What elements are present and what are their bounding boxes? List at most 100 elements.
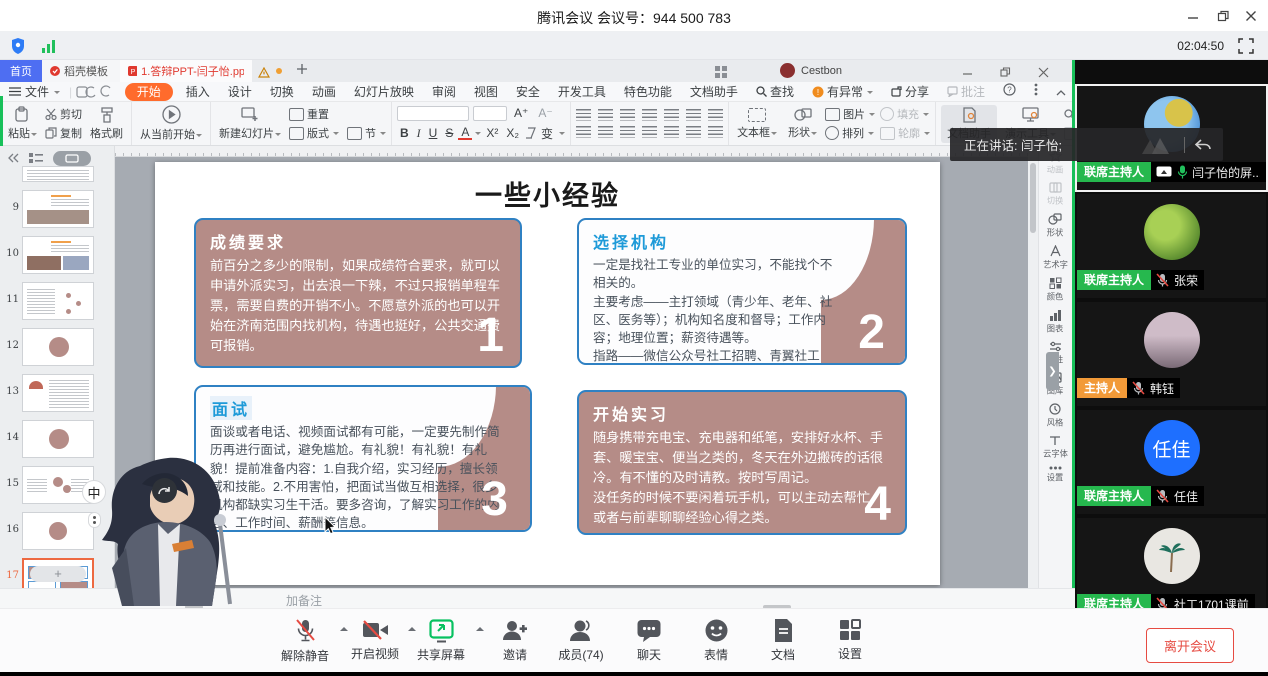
- thumbnail-slide-13[interactable]: [22, 374, 94, 412]
- reset-button[interactable]: 重置: [289, 106, 386, 122]
- members-button[interactable]: 成员(74): [548, 618, 614, 663]
- collapse-panel-icon[interactable]: [8, 153, 19, 163]
- thumbnail-slide-8-partial[interactable]: [22, 166, 94, 182]
- thumbnail-slide-10[interactable]: [22, 236, 94, 274]
- sidetool-color[interactable]: 颜色: [1046, 277, 1064, 303]
- text-direction-icon[interactable]: [664, 109, 679, 121]
- image-button[interactable]: 图片: [825, 106, 875, 122]
- participant-tile[interactable]: 联席主持人 社工1701课前: [1077, 518, 1266, 608]
- wps-close-button[interactable]: [1038, 65, 1049, 83]
- security-shield-icon[interactable]: [10, 37, 26, 60]
- settings-button[interactable]: 设置: [817, 618, 883, 662]
- invite-button[interactable]: 邀请: [482, 618, 548, 663]
- increase-font-button[interactable]: A⁺: [511, 106, 531, 120]
- format-painter-button[interactable]: 格式刷: [87, 107, 126, 141]
- menu-insert[interactable]: 插入: [177, 82, 219, 102]
- sidetool-transition[interactable]: 切换: [1046, 182, 1064, 207]
- subscript-button[interactable]: X₂: [503, 126, 522, 140]
- bullet-list-icon[interactable]: [576, 109, 591, 121]
- menu-doc-assistant[interactable]: 文档助手: [681, 82, 747, 102]
- textbox-button[interactable]: 文本框: [734, 108, 780, 140]
- arrange-button[interactable]: 排列: [825, 125, 875, 141]
- share-screen-button[interactable]: 共享屏幕: [408, 618, 474, 663]
- bold-button[interactable]: B: [397, 126, 412, 140]
- underline-button[interactable]: U: [426, 126, 441, 140]
- align-center-icon[interactable]: [598, 126, 613, 138]
- copy-button[interactable]: 复制: [45, 125, 82, 141]
- menu-slideshow[interactable]: 幻灯片放映: [345, 82, 423, 102]
- help-button[interactable]: ?: [994, 82, 1025, 102]
- align-left-icon[interactable]: [576, 126, 591, 138]
- chat-button[interactable]: 聊天: [616, 618, 682, 663]
- tab-document[interactable]: P 1.答辩PPT-闫子怡.pptx: [120, 60, 252, 82]
- participant-tile[interactable]: 主持人 韩钰: [1077, 302, 1266, 406]
- shape-button[interactable]: 形状: [785, 107, 820, 140]
- menu-review[interactable]: 审阅: [423, 82, 465, 102]
- menu-transition[interactable]: 切换: [261, 82, 303, 102]
- doc-warning-icon[interactable]: [258, 65, 270, 83]
- thumbnail-slide-11[interactable]: [22, 282, 94, 320]
- sidetool-settings[interactable]: 设置: [1046, 466, 1064, 484]
- menu-start[interactable]: 开始: [125, 83, 173, 101]
- menu-view[interactable]: 视图: [465, 82, 507, 102]
- minimize-button[interactable]: [1180, 6, 1206, 26]
- play-from-current-button[interactable]: 从当前开始: [137, 105, 205, 142]
- line-spacing-icon[interactable]: [686, 109, 701, 121]
- italic-button[interactable]: I: [414, 126, 424, 141]
- outline-view-icon[interactable]: [29, 153, 43, 164]
- font-family-combo[interactable]: [397, 106, 469, 121]
- sidetool-cloudfont[interactable]: 云字体: [1042, 435, 1069, 460]
- number-list-icon[interactable]: [598, 109, 613, 121]
- ime-indicator[interactable]: 中: [82, 480, 106, 504]
- quick-access-icons[interactable]: [76, 85, 117, 99]
- share-menu[interactable]: 分享: [882, 82, 938, 102]
- menu-find[interactable]: 查找: [747, 82, 803, 102]
- section-button[interactable]: 节: [347, 125, 386, 141]
- fullscreen-icon[interactable]: [1238, 38, 1254, 59]
- menu-file[interactable]: 文件: [0, 82, 69, 102]
- superscript-button[interactable]: X²: [483, 126, 501, 140]
- wps-restore-button[interactable]: [1000, 65, 1011, 83]
- menu-animation[interactable]: 动画: [303, 82, 345, 102]
- menu-devtools[interactable]: 开发工具: [549, 82, 615, 102]
- menu-features[interactable]: 特色功能: [615, 82, 681, 102]
- sidetool-chart[interactable]: 图表: [1046, 309, 1064, 335]
- slide-box-2[interactable]: 选择机构 一定是找社工专业的单位实习，不能找个不相关的。 主要考虑——主打领域（…: [577, 218, 907, 365]
- start-video-button[interactable]: 开启视频: [342, 618, 408, 662]
- new-slide-button[interactable]: 新建幻灯片: [216, 106, 284, 141]
- slide-box-4[interactable]: 开始实习 随身携带充电宝、充电器和纸笔，安排好水杯、手套、暖宝宝、便当之类的，冬…: [577, 390, 907, 535]
- participant-tile[interactable]: 任佳 联席主持人 任佳: [1077, 410, 1266, 514]
- apps-grid-icon[interactable]: [715, 65, 727, 83]
- ime-mini-toolbar[interactable]: [88, 512, 101, 528]
- thumbnail-slide-9[interactable]: [22, 190, 94, 228]
- reply-arrow-icon[interactable]: [1193, 138, 1213, 152]
- comment-menu[interactable]: 批注: [938, 82, 994, 102]
- slide-box-1[interactable]: 成绩要求 前百分之多少的限制，如果成绩符合要求，就可以申请外派实习，出去浪一下辣…: [194, 218, 522, 368]
- abnormal-status[interactable]: ! 有异常: [803, 82, 882, 102]
- text-effect-button[interactable]: 变: [538, 125, 556, 142]
- vertical-align-icon[interactable]: [686, 126, 701, 138]
- slide-view-toggle[interactable]: [53, 151, 91, 166]
- network-signal-icon[interactable]: [42, 40, 58, 58]
- scrollbar-thumb[interactable]: [1030, 163, 1036, 233]
- sidetool-shape[interactable]: 形状: [1046, 213, 1064, 239]
- justify-icon[interactable]: [642, 126, 657, 138]
- outdent-icon[interactable]: [620, 109, 635, 121]
- participant-tile[interactable]: 联席主持人 张荣: [1077, 194, 1266, 298]
- tab-docer[interactable]: 稻壳模板: [42, 60, 120, 82]
- distribute-icon[interactable]: [664, 126, 679, 138]
- sidetool-wordart[interactable]: 艺术字: [1042, 245, 1069, 271]
- align-right-icon[interactable]: [620, 126, 635, 138]
- add-slide-button[interactable]: +: [30, 566, 86, 582]
- leave-meeting-button[interactable]: 离开会议: [1146, 628, 1234, 663]
- collapse-ribbon-button[interactable]: [1047, 82, 1075, 102]
- close-button[interactable]: [1238, 6, 1264, 26]
- menu-design[interactable]: 设计: [219, 82, 261, 102]
- audio-wave-button[interactable]: [152, 478, 177, 503]
- layout-button[interactable]: 版式: [289, 125, 339, 141]
- fill-button[interactable]: 填充: [880, 106, 930, 122]
- expand-panel-chevron[interactable]: ❯: [1046, 352, 1059, 390]
- font-color-button[interactable]: A: [458, 127, 472, 140]
- more-menu-button[interactable]: [1025, 82, 1047, 102]
- font-size-combo[interactable]: [473, 106, 507, 121]
